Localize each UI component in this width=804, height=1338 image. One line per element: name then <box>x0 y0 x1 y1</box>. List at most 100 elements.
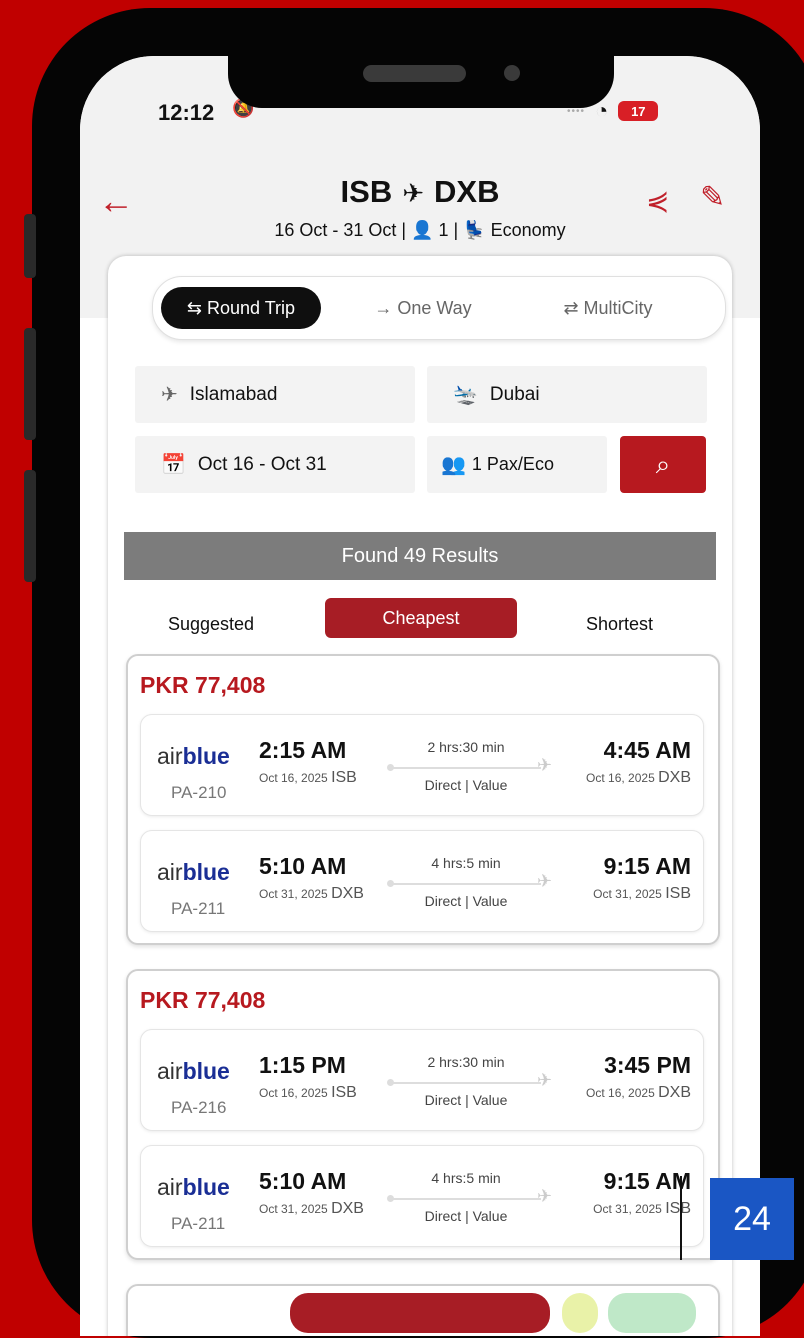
departure-date: Oct 16, 2025 <box>259 1086 328 1100</box>
departure-info: Oct 31, 2025 DXB <box>259 885 364 903</box>
tag-pill <box>562 1293 598 1333</box>
flight-leg-return[interactable]: airblue PA-211 5:10 AM Oct 31, 2025 DXB … <box>140 1145 704 1247</box>
sort-shortest[interactable]: Shortest <box>586 614 653 635</box>
passenger-count: 1 <box>438 220 449 240</box>
departure-date: Oct 31, 2025 <box>259 887 328 901</box>
departure-code: DXB <box>331 1200 364 1217</box>
dates-field[interactable]: 📅 Oct 16 - Oct 31 <box>135 436 415 493</box>
arrival-date: Oct 16, 2025 <box>586 1086 655 1100</box>
departure-code: ISB <box>331 769 357 786</box>
flight-leg-outbound[interactable]: airblue PA-210 2:15 AM Oct 16, 2025 ISB … <box>140 714 704 816</box>
offer-tags-partial <box>290 1293 710 1333</box>
page-number-badge: 24 <box>710 1178 794 1260</box>
flight-duration-block: 2 hrs:30 min ✈ Direct | Value <box>381 735 561 795</box>
flight-duration: 4 hrs:5 min <box>431 1170 501 1186</box>
flight-duration-block: 4 hrs:5 min ✈ Direct | Value <box>381 1166 561 1226</box>
airline-logo-part: air <box>157 743 183 769</box>
text-cursor <box>680 1176 682 1260</box>
multicity-icon: ⇄ <box>563 298 579 318</box>
departure-info: Oct 31, 2025 DXB <box>259 1200 364 1218</box>
destination-code: DXB <box>434 174 500 209</box>
flight-offer[interactable]: PKR 77,408 airblue PA-210 2:15 AM Oct 16… <box>126 654 720 945</box>
plane-icon: ✈ <box>537 1186 553 1206</box>
destination-value: Dubai <box>489 383 540 405</box>
plane-icon: ✈ <box>537 755 553 775</box>
departure-date: Oct 16, 2025 <box>259 771 328 785</box>
plane-icon: ✈ <box>537 1070 553 1090</box>
flight-number: PA-210 <box>171 783 227 802</box>
share-icon[interactable]: ⋞ <box>646 184 669 217</box>
origin-value: Islamabad <box>189 383 278 405</box>
arrival-code: ISB <box>665 885 691 902</box>
dates-value: Oct 16 - Oct 31 <box>197 453 327 475</box>
arrival-info: Oct 16, 2025 DXB <box>586 769 691 787</box>
tab-round-trip[interactable]: ⇆ Round Trip <box>161 287 321 329</box>
seat-icon: 💺 <box>463 220 486 240</box>
takeoff-icon: ✈ <box>161 384 178 406</box>
airline-logo-bold: blue <box>182 743 230 769</box>
round-trip-plane-icon: ✈ <box>402 178 425 208</box>
app-screen: 12:12 🔕 •••• ◔ 17 ← ISB ✈ DXB 16 Oct - 31 … <box>80 56 760 1336</box>
pax-value: 1 Pax/Eco <box>471 454 554 474</box>
offer-price: PKR 77,408 <box>140 987 266 1013</box>
phone-volume-down <box>24 470 36 582</box>
tab-round-trip-label: Round Trip <box>207 298 296 318</box>
tag-pill <box>290 1293 550 1333</box>
flight-duration: 2 hrs:30 min <box>427 739 505 755</box>
tab-one-way-label: One Way <box>397 298 472 318</box>
arrival-date: Oct 31, 2025 <box>593 887 662 901</box>
dynamic-island <box>228 40 614 108</box>
battery-level: 17 <box>631 103 646 119</box>
passengers-icon: 👥 <box>441 454 466 476</box>
airline-logo: airblue <box>157 743 230 770</box>
pax-field[interactable]: 👥 1 Pax/Eco <box>427 436 607 493</box>
flight-offer[interactable]: PKR 77,408 airblue PA-216 1:15 PM Oct 16… <box>126 969 720 1260</box>
flight-number: PA-211 <box>171 899 226 918</box>
flight-duration: 4 hrs:5 min <box>431 855 501 871</box>
sort-suggested[interactable]: Suggested <box>168 614 254 635</box>
flight-number: PA-216 <box>171 1098 227 1117</box>
departure-code: DXB <box>331 885 364 902</box>
tab-multi-city[interactable]: ⇄ MultiCity <box>543 287 673 329</box>
airline-logo-part: air <box>157 1174 183 1200</box>
route-line <box>387 880 541 887</box>
arrival-code: DXB <box>658 769 691 786</box>
route-line <box>387 764 541 771</box>
departure-code: ISB <box>331 1084 357 1101</box>
arrival-code: ISB <box>665 1200 691 1217</box>
departure-time: 1:15 PM <box>259 1052 346 1078</box>
arrival-date: Oct 31, 2025 <box>593 1202 662 1216</box>
phone-mute-switch <box>24 214 36 278</box>
arrival-info: Oct 31, 2025 ISB <box>593 1200 691 1218</box>
destination-field[interactable]: 🛬 Dubai <box>427 366 707 423</box>
landing-icon: 🛬 <box>453 384 478 406</box>
flight-stops: Direct | Value <box>424 1208 508 1224</box>
sort-cheapest[interactable]: Cheapest <box>325 598 517 638</box>
results-count: Found 49 Results <box>341 544 499 567</box>
arrival-info: Oct 31, 2025 ISB <box>593 885 691 903</box>
search-button[interactable]: ⌕ <box>620 436 706 493</box>
arrival-time: 9:15 AM <box>603 1168 691 1194</box>
airline-logo-bold: blue <box>182 1174 230 1200</box>
airline-logo-part: air <box>157 859 183 885</box>
flight-number: PA-211 <box>171 1214 226 1233</box>
speaker-grille <box>363 65 466 82</box>
route-line <box>387 1195 541 1202</box>
arrival-code: DXB <box>658 1084 691 1101</box>
departure-time: 2:15 AM <box>259 737 347 763</box>
flight-stops: Direct | Value <box>424 893 508 909</box>
plane-icon: ✈ <box>537 871 553 891</box>
departure-time: 5:10 AM <box>259 853 347 879</box>
flight-leg-return[interactable]: airblue PA-211 5:10 AM Oct 31, 2025 DXB … <box>140 830 704 932</box>
airline-logo-bold: blue <box>182 859 230 885</box>
search-icon: ⌕ <box>655 448 671 479</box>
flight-duration: 2 hrs:30 min <box>427 1054 505 1070</box>
airline-logo: airblue <box>157 1058 230 1085</box>
edit-pencil-icon[interactable]: ✎ <box>700 180 725 215</box>
flight-leg-outbound[interactable]: airblue PA-216 1:15 PM Oct 16, 2025 ISB … <box>140 1029 704 1131</box>
departure-info: Oct 16, 2025 ISB <box>259 769 357 787</box>
battery-icon: 17 <box>618 101 659 121</box>
origin-field[interactable]: ✈ Islamabad <box>135 366 415 423</box>
results-count-bar: Found 49 Results <box>124 532 716 580</box>
tab-one-way[interactable]: → One Way <box>363 287 483 329</box>
